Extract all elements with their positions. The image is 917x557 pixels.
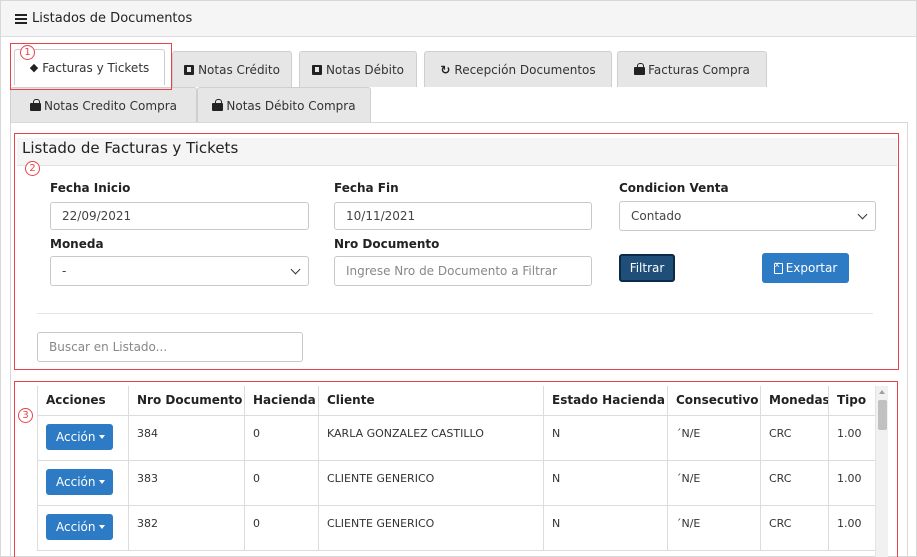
caret-down-icon [99, 524, 106, 529]
fecha-inicio-input[interactable]: 22/09/2021 [50, 202, 309, 230]
column-header[interactable]: Monedas [760, 386, 829, 416]
tab-label: Notas Credito Compra [43, 98, 177, 113]
accion-label: Acción [56, 519, 96, 534]
actions-cell: Acción [37, 504, 129, 551]
shopping-bag-icon [634, 62, 646, 75]
shopping-bag-icon [29, 98, 41, 111]
table-row: Acción 384 0 KARLA GONZALEZ CASTILLO N ´… [37, 414, 876, 461]
shopping-bag-icon [212, 98, 224, 111]
table-row: Acción 383 0 CLIENTE GENERICO N ´N/E CRC… [37, 459, 876, 506]
tab-label: Facturas y Tickets [42, 60, 150, 75]
actions-cell: Acción [37, 414, 129, 461]
list-icon [15, 13, 27, 24]
hacienda-cell: 0 [244, 459, 319, 506]
moneda-label: Moneda [50, 237, 104, 251]
table-scrollbar[interactable] [875, 386, 888, 557]
tipo-cell: 1.00 [828, 414, 876, 461]
refresh-icon: ↻ [440, 62, 451, 77]
tipo-cell: 1.00 [828, 504, 876, 551]
search-input[interactable]: Buscar en Listado... [37, 332, 303, 362]
condicion-venta-select[interactable]: Contado [619, 201, 876, 231]
accion-dropdown-button[interactable]: Acción [46, 423, 114, 450]
accion-label: Acción [56, 474, 96, 489]
tab-notas-debito-compra[interactable]: Notas Débito Compra [197, 87, 371, 123]
accion-dropdown-button[interactable]: Acción [46, 513, 114, 540]
cliente-cell: KARLA GONZALEZ CASTILLO [318, 414, 544, 461]
book-icon [184, 64, 195, 75]
column-header[interactable]: Tipo [828, 386, 876, 416]
tab-label: Facturas Compra [648, 62, 750, 77]
moneda-select[interactable]: - [50, 256, 309, 286]
excel-file-icon [773, 260, 783, 274]
fecha-inicio-label: Fecha Inicio [50, 181, 131, 195]
divider [37, 313, 873, 314]
chevron-down-icon [290, 264, 301, 275]
condicion-venta-value: Contado [631, 209, 682, 223]
consecutivo-cell: ´N/E [667, 459, 761, 506]
cliente-cell: CLIENTE GENERICO [318, 504, 544, 551]
page-title: Listados de Documentos [32, 11, 193, 26]
column-header[interactable]: Consecutivo [667, 386, 761, 416]
documents-table: Acciones Nro Documento Hacienda Cliente … [37, 386, 876, 551]
exportar-label: Exportar [785, 261, 838, 275]
filtrar-button[interactable]: Filtrar [619, 254, 675, 282]
consecutivo-cell: ´N/E [667, 414, 761, 461]
section-title: Listado de Facturas y Tickets [22, 139, 239, 157]
moneda-value: - [62, 264, 67, 278]
accion-label: Acción [56, 429, 96, 444]
caret-down-icon [99, 434, 106, 439]
column-header[interactable]: Cliente [318, 386, 544, 416]
tab-facturas-compra[interactable]: Facturas Compra [617, 51, 767, 87]
nro-cell: 383 [128, 459, 245, 506]
cliente-cell: CLIENTE GENERICO [318, 459, 544, 506]
book-icon [311, 64, 322, 75]
nro-cell: 384 [128, 414, 245, 461]
fecha-fin-input[interactable]: 10/11/2021 [334, 202, 592, 230]
tab-notas-credito[interactable]: Notas Crédito [172, 51, 292, 87]
column-header[interactable]: Acciones [37, 386, 129, 416]
tipo-cell: 1.00 [828, 459, 876, 506]
tab-label: Recepción Documentos [454, 62, 596, 77]
annotation-marker-3: 3 [18, 408, 33, 423]
scroll-up-arrow-icon[interactable] [879, 390, 885, 394]
panel-heading: Listados de Documentos [1, 1, 916, 37]
column-header[interactable]: Nro Documento [128, 386, 245, 416]
tab-notas-debito[interactable]: Notas Débito [299, 51, 417, 87]
table-header-row: Acciones Nro Documento Hacienda Cliente … [37, 386, 876, 416]
chevron-down-icon [857, 209, 868, 220]
tab-label: Notas Débito Compra [226, 98, 356, 113]
hacienda-cell: 0 [244, 504, 319, 551]
moneda-cell: CRC [760, 414, 829, 461]
ticket-icon: ◆ [29, 61, 39, 74]
fecha-fin-label: Fecha Fin [334, 181, 399, 195]
moneda-cell: CRC [760, 459, 829, 506]
moneda-cell: CRC [760, 504, 829, 551]
scroll-thumb[interactable] [878, 400, 887, 430]
annotation-marker-2: 2 [25, 161, 40, 176]
actions-cell: Acción [37, 459, 129, 506]
column-header[interactable]: Hacienda [244, 386, 319, 416]
estado-cell: N [543, 414, 668, 461]
exportar-button[interactable]: Exportar [762, 253, 849, 283]
consecutivo-cell: ´N/E [667, 504, 761, 551]
nro-documento-label: Nro Documento [334, 237, 440, 251]
estado-cell: N [543, 504, 668, 551]
hacienda-cell: 0 [244, 414, 319, 461]
column-header[interactable]: Estado Hacienda [543, 386, 668, 416]
tab-facturas-tickets[interactable]: ◆ Facturas y Tickets [14, 49, 165, 85]
tab-recepcion-documentos[interactable]: ↻ Recepción Documentos [424, 51, 612, 87]
table-row: Acción 382 0 CLIENTE GENERICO N ´N/E CRC… [37, 504, 876, 551]
accion-dropdown-button[interactable]: Acción [46, 468, 114, 495]
estado-cell: N [543, 459, 668, 506]
nro-documento-input[interactable]: Ingrese Nro de Documento a Filtrar [334, 256, 592, 286]
tab-label: Notas Débito [325, 62, 405, 77]
condicion-venta-label: Condicion Venta [619, 181, 729, 195]
nro-cell: 382 [128, 504, 245, 551]
annotation-marker-1: 1 [20, 45, 35, 60]
tab-label: Notas Crédito [198, 62, 280, 77]
filtrar-label: Filtrar [629, 261, 665, 275]
caret-down-icon [99, 479, 106, 484]
tab-notas-credito-compra[interactable]: Notas Credito Compra [10, 87, 197, 123]
